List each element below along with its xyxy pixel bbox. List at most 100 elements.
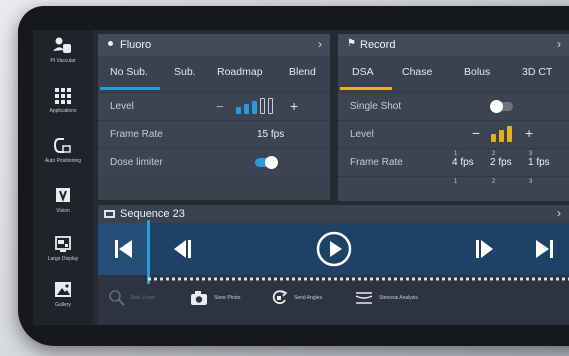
playhead[interactable]: [147, 220, 150, 284]
fluoro-frame-rate-label: Frame Rate: [110, 129, 163, 140]
display-icon: [55, 236, 71, 252]
record-next-row: 1 2 3: [338, 176, 569, 201]
level-bar: [507, 126, 512, 142]
last-frame-button[interactable]: [526, 223, 569, 275]
step-back-button[interactable]: [158, 223, 218, 275]
frame-timeline[interactable]: [148, 276, 569, 282]
sequence-header[interactable]: Sequence 23 ›: [98, 205, 569, 223]
tab-sub[interactable]: Sub.: [174, 66, 196, 78]
record-level-meter: [491, 126, 517, 142]
sidebar-item-label: Large Display: [47, 256, 79, 262]
sidebar-item-label: Gallery: [55, 302, 71, 308]
sidebar-item-applications[interactable]: Applications: [33, 82, 93, 130]
play-button[interactable]: [308, 223, 358, 275]
sidebar-item-auto-positioning[interactable]: Auto Positioning: [33, 132, 93, 180]
skip-to-start-icon: [115, 240, 132, 258]
fluoro-title: Fluoro: [120, 39, 152, 51]
minus-icon[interactable]: −: [216, 99, 224, 114]
tab-3d-ct[interactable]: 3D CT: [522, 66, 552, 78]
tab-roadmap[interactable]: Roadmap: [217, 66, 263, 78]
record-single-shot-label: Single Shot: [350, 101, 402, 112]
sequence-toolbar: Start Zoom Store Photo Send Angles Steno…: [98, 283, 569, 313]
sidebar-item-label: Auto Positioning: [44, 158, 82, 164]
plus-icon[interactable]: +: [525, 125, 533, 141]
playback-controls: [98, 220, 569, 284]
single-shot-toggle[interactable]: [490, 100, 513, 113]
store-photo-label: Store Photo: [214, 295, 241, 301]
first-frame-button[interactable]: [98, 223, 148, 275]
chevron-right-icon[interactable]: ›: [557, 206, 561, 220]
next-row-index: 1: [454, 179, 458, 185]
record-panel: ⚑ Record › DSA Chase Bolus 3D CT Single …: [338, 34, 569, 201]
record-frame-rate-label: Frame Rate: [350, 157, 403, 168]
sequence-panel: Sequence 23 › Start Zoom Store Photo Sen…: [98, 205, 569, 325]
step-forward-button[interactable]: [468, 223, 518, 275]
frame-rate-option[interactable]: 1 fps: [528, 157, 550, 168]
chevron-right-icon[interactable]: ›: [557, 37, 561, 51]
rotate-angles-icon: [272, 290, 288, 305]
step-back-icon: [174, 240, 191, 258]
fluoro-tabs: No Sub. Sub. Roadmap Blend: [98, 56, 330, 90]
sequence-title: Sequence 23: [120, 208, 185, 220]
tab-dsa[interactable]: DSA: [352, 66, 374, 78]
store-photo-button[interactable]: Store Photo: [188, 289, 258, 309]
record-header[interactable]: ⚑ Record ›: [338, 34, 569, 56]
level-bar: [244, 104, 249, 114]
level-bar: [252, 101, 257, 114]
stenosis-analysis-label: Stenosis Analysis: [379, 295, 418, 301]
sidebar-item-label: Applications: [49, 108, 77, 114]
sidebar-item-pt-vascular[interactable]: Pt Vascular: [33, 32, 93, 80]
record-level-label: Level: [350, 129, 374, 140]
toggle-knob: [265, 156, 278, 169]
fluoro-level-row: Level − +: [98, 92, 330, 120]
minus-icon[interactable]: −: [472, 125, 480, 141]
record-tabs: DSA Chase Bolus 3D CT: [338, 56, 569, 90]
send-angles-button[interactable]: Send Angles: [268, 289, 346, 309]
grid-icon: [55, 88, 71, 104]
sidebar-item-vision[interactable]: Vision: [33, 182, 93, 230]
frame-rate-option[interactable]: 2 fps: [490, 157, 512, 168]
step-forward-icon: [476, 240, 493, 258]
zoom-hand-icon: [109, 290, 125, 306]
film-icon: [104, 210, 115, 218]
record-single-shot-row: Single Shot: [338, 92, 569, 120]
tab-chase[interactable]: Chase: [402, 66, 432, 78]
level-bar: [236, 107, 241, 114]
next-row-index: 2: [492, 179, 496, 185]
tab-blend[interactable]: Blend: [289, 66, 316, 78]
level-bar: [499, 130, 504, 142]
record-active-tab-indicator: [340, 87, 392, 90]
sidebar-item-large-display[interactable]: Large Display: [33, 230, 93, 278]
fluoro-active-tab-indicator: [100, 87, 160, 90]
start-zoom-button[interactable]: Start Zoom: [106, 289, 178, 309]
stenosis-icon: [355, 292, 373, 304]
tab-bolus[interactable]: Bolus: [464, 66, 490, 78]
next-row-index: 3: [529, 179, 533, 185]
sidebar-item-label: Pt Vascular: [50, 58, 76, 64]
toggle-knob: [490, 100, 503, 113]
fluoro-frame-rate-row[interactable]: Frame Rate 15 fps: [98, 120, 330, 148]
fluoro-level-meter: [236, 98, 281, 114]
fluoro-level-label: Level: [110, 101, 134, 112]
user-hand-icon: [53, 37, 71, 53]
record-frame-rate-row: Frame Rate 1 4 fps 2 2 fps 3 1 fps: [338, 148, 569, 176]
level-bar: [268, 98, 273, 114]
send-angles-label: Send Angles: [294, 295, 323, 301]
stenosis-analysis-button[interactable]: Stenosis Analysis: [353, 289, 443, 309]
fluoro-frame-rate-value: 15 fps: [257, 129, 285, 140]
gallery-image-icon: [55, 282, 71, 297]
start-zoom-label: Start Zoom: [130, 295, 155, 301]
fluoro-header[interactable]: Fluoro ›: [98, 34, 330, 56]
record-level-row: Level − +: [338, 120, 569, 148]
chevron-right-icon[interactable]: ›: [318, 37, 322, 51]
skip-to-end-icon: [536, 240, 553, 258]
fluoro-indicator-icon: [108, 41, 113, 46]
frame-rate-option[interactable]: 4 fps: [452, 157, 474, 168]
dose-limiter-toggle[interactable]: [255, 156, 278, 169]
plus-icon[interactable]: +: [290, 98, 298, 114]
record-flag-icon: ⚑: [347, 38, 356, 49]
c-arm-icon: [53, 138, 71, 153]
sidebar-item-gallery[interactable]: Gallery: [33, 276, 93, 324]
level-bar: [491, 134, 496, 142]
tab-no-sub[interactable]: No Sub.: [110, 66, 148, 78]
